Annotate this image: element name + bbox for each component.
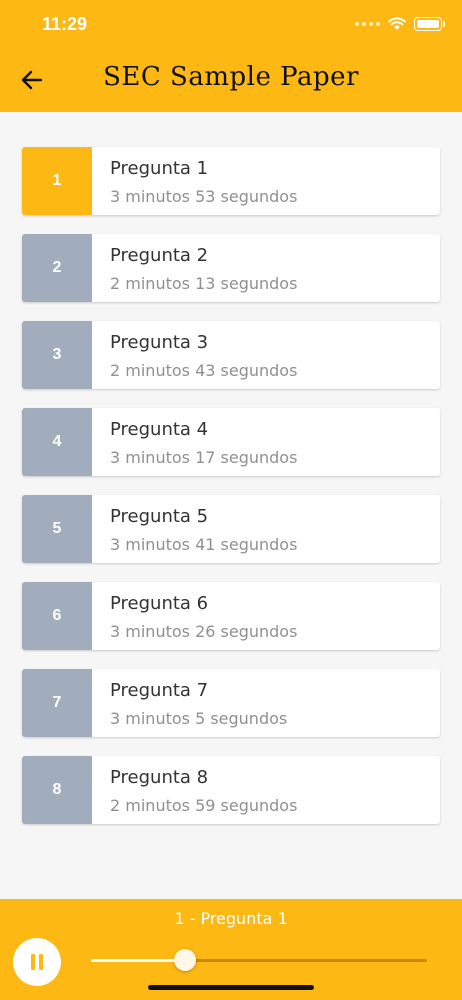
question-text: Pregunta 2 2 minutos 13 segundos bbox=[92, 234, 297, 302]
question-duration: 3 minutos 26 segundos bbox=[110, 622, 298, 641]
question-duration: 3 minutos 41 segundos bbox=[110, 535, 298, 554]
question-text: Pregunta 3 2 minutos 43 segundos bbox=[92, 321, 297, 389]
question-title: Pregunta 4 bbox=[110, 419, 209, 440]
question-title: Pregunta 2 bbox=[110, 245, 209, 266]
question-text: Pregunta 7 3 minutos 5 segundos bbox=[92, 669, 287, 737]
question-duration: 3 minutos 53 segundos bbox=[110, 187, 298, 206]
question-text: Pregunta 5 3 minutos 41 segundos bbox=[92, 495, 297, 563]
pause-icon bbox=[29, 954, 45, 970]
question-title: Pregunta 6 bbox=[110, 593, 209, 614]
question-number-badge: 6 bbox=[22, 582, 92, 650]
home-indicator bbox=[148, 985, 314, 990]
question-number-badge: 4 bbox=[22, 408, 92, 476]
question-number-badge: 3 bbox=[22, 321, 92, 389]
question-text: Pregunta 4 3 minutos 17 segundos bbox=[92, 408, 297, 476]
question-item[interactable]: 3 Pregunta 3 2 minutos 43 segundos bbox=[22, 321, 440, 389]
now-playing-label: 1 - Pregunta 1 bbox=[174, 909, 288, 928]
question-title: Pregunta 7 bbox=[110, 680, 209, 701]
question-duration: 2 minutos 13 segundos bbox=[110, 274, 298, 293]
question-duration: 2 minutos 43 segundos bbox=[110, 361, 298, 380]
question-text: Pregunta 6 3 minutos 26 segundos bbox=[92, 582, 297, 650]
status-bar: 11:29 bbox=[0, 0, 462, 50]
question-number-badge: 1 bbox=[22, 147, 92, 215]
question-number-badge: 5 bbox=[22, 495, 92, 563]
signal-dots-icon bbox=[355, 22, 380, 26]
question-item[interactable]: 1 Pregunta 1 3 minutos 53 segundos bbox=[22, 147, 440, 215]
progress-fill bbox=[91, 959, 186, 962]
question-item[interactable]: 4 Pregunta 4 3 minutos 17 segundos bbox=[22, 408, 440, 476]
question-number-badge: 7 bbox=[22, 669, 92, 737]
question-title: Pregunta 3 bbox=[110, 332, 209, 353]
wifi-icon bbox=[388, 17, 406, 30]
question-number-badge: 8 bbox=[22, 756, 92, 824]
question-text: Pregunta 8 2 minutos 59 segundos bbox=[92, 756, 297, 824]
question-duration: 3 minutos 17 segundos bbox=[110, 448, 298, 467]
question-duration: 2 minutos 59 segundos bbox=[110, 796, 298, 815]
status-time: 11:29 bbox=[42, 14, 88, 34]
question-title: Pregunta 5 bbox=[110, 506, 209, 527]
page-title: SEC Sample Paper bbox=[103, 62, 359, 92]
question-item[interactable]: 5 Pregunta 5 3 minutos 41 segundos bbox=[22, 495, 440, 563]
question-number-badge: 2 bbox=[22, 234, 92, 302]
app-header: 11:29 SEC Sample Paper bbox=[0, 0, 462, 112]
question-list: 1 Pregunta 13 minutos 53 segundos 2 Pregunt… bbox=[22, 147, 440, 843]
question-item[interactable]: 6 Pregunta 6 3 minutos 26 segundos bbox=[22, 582, 440, 650]
status-icons bbox=[355, 16, 445, 32]
progress-slider[interactable] bbox=[91, 949, 427, 971]
question-item[interactable]: 8 Pregunta 8 2 minutos 59 segundos bbox=[22, 756, 440, 824]
question-item[interactable]: 2 Pregunta 2 2 minutos 13 segundos bbox=[22, 234, 440, 302]
question-title: Pregunta 1 bbox=[110, 158, 209, 179]
pause-button[interactable] bbox=[13, 938, 61, 986]
progress-thumb[interactable] bbox=[174, 949, 197, 971]
question-title: Pregunta 8 bbox=[110, 767, 209, 788]
question-item[interactable]: 7 Pregunta 7 3 minutos 5 segundos bbox=[22, 669, 440, 737]
battery-icon bbox=[414, 17, 445, 31]
question-duration: 3 minutos 5 segundos bbox=[110, 709, 288, 728]
question-text: Pregunta 1 3 minutos 53 segundos bbox=[92, 147, 297, 215]
